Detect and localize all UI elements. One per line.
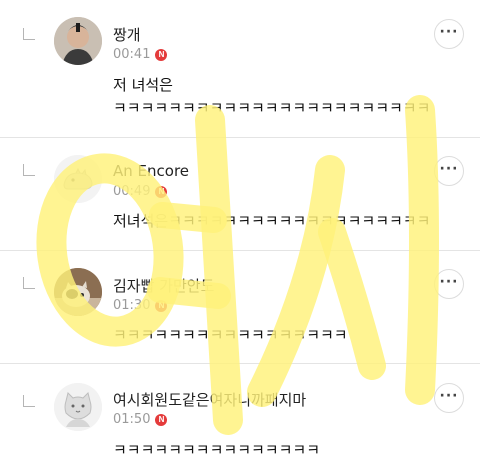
comment-meta: 00:49 N <box>113 184 168 199</box>
comment-nickname[interactable]: 짱개 <box>113 24 141 45</box>
dinosaur-avatar-icon <box>54 155 102 203</box>
comment-meta: 00:41 N <box>113 47 168 62</box>
more-options-button[interactable]: ··· <box>434 156 464 186</box>
comment-text: ㅋㅋㅋㅋㅋㅋㅋㅋㅋㅋㅋㅋㅋㅋㅋㅋㅋㅋㅋㅋㅋㅋㅋ <box>113 99 431 117</box>
more-options-button[interactable]: ··· <box>434 383 464 413</box>
comment-text: 저녀석은ㅋㅋㅋㅋㅋㅋㅋㅋㅋㅋㅋㅋㅋㅋㅋㅋㅋㅋㅋ <box>113 212 431 230</box>
more-options-button[interactable]: ··· <box>434 19 464 49</box>
avatar[interactable] <box>54 268 102 316</box>
comment-text: 저 녀석은 <box>113 76 173 94</box>
comment-text: ㅋㅋㅋㅋㅋㅋㅋㅋㅋㅋㅋㅋㅋㅋㅋㅋㅋ <box>113 326 348 344</box>
reply-indicator-icon <box>23 277 35 289</box>
cat-avatar-icon <box>54 383 102 431</box>
comment-meta: 01:50 N <box>113 412 168 427</box>
comment-time: 00:41 <box>113 47 151 62</box>
new-badge: N <box>155 185 168 198</box>
reply-indicator-icon <box>23 395 35 407</box>
new-badge: N <box>155 413 168 426</box>
comment-text: ㅋㅋㅋㅋㅋㅋㅋㅋㅋㅋㅋㅋㅋㅋㅋ <box>113 441 321 459</box>
divider <box>0 137 480 138</box>
divider <box>0 363 480 364</box>
reply-indicator-icon <box>23 164 35 176</box>
profile-photo-icon <box>54 17 102 65</box>
avatar[interactable] <box>54 155 102 203</box>
comment-time: 01:50 <box>113 412 151 427</box>
cat-photo-icon <box>54 268 102 316</box>
more-options-button[interactable]: ··· <box>434 269 464 299</box>
reply-indicator-icon <box>23 28 35 40</box>
comment-time: 00:49 <box>113 184 151 199</box>
new-badge: N <box>155 48 168 61</box>
comment-nickname[interactable]: An Encore <box>113 162 189 180</box>
divider <box>0 250 480 251</box>
comment-nickname[interactable]: 여시회원도같은여자니까패지마 <box>113 389 306 410</box>
comment-meta: 01:30 N <box>113 298 168 313</box>
comment-time: 01:30 <box>113 298 151 313</box>
new-badge: N <box>155 299 168 312</box>
avatar[interactable] <box>54 17 102 65</box>
comment-nickname[interactable]: 김자빱 가만안도 <box>113 275 214 296</box>
avatar[interactable] <box>54 383 102 431</box>
